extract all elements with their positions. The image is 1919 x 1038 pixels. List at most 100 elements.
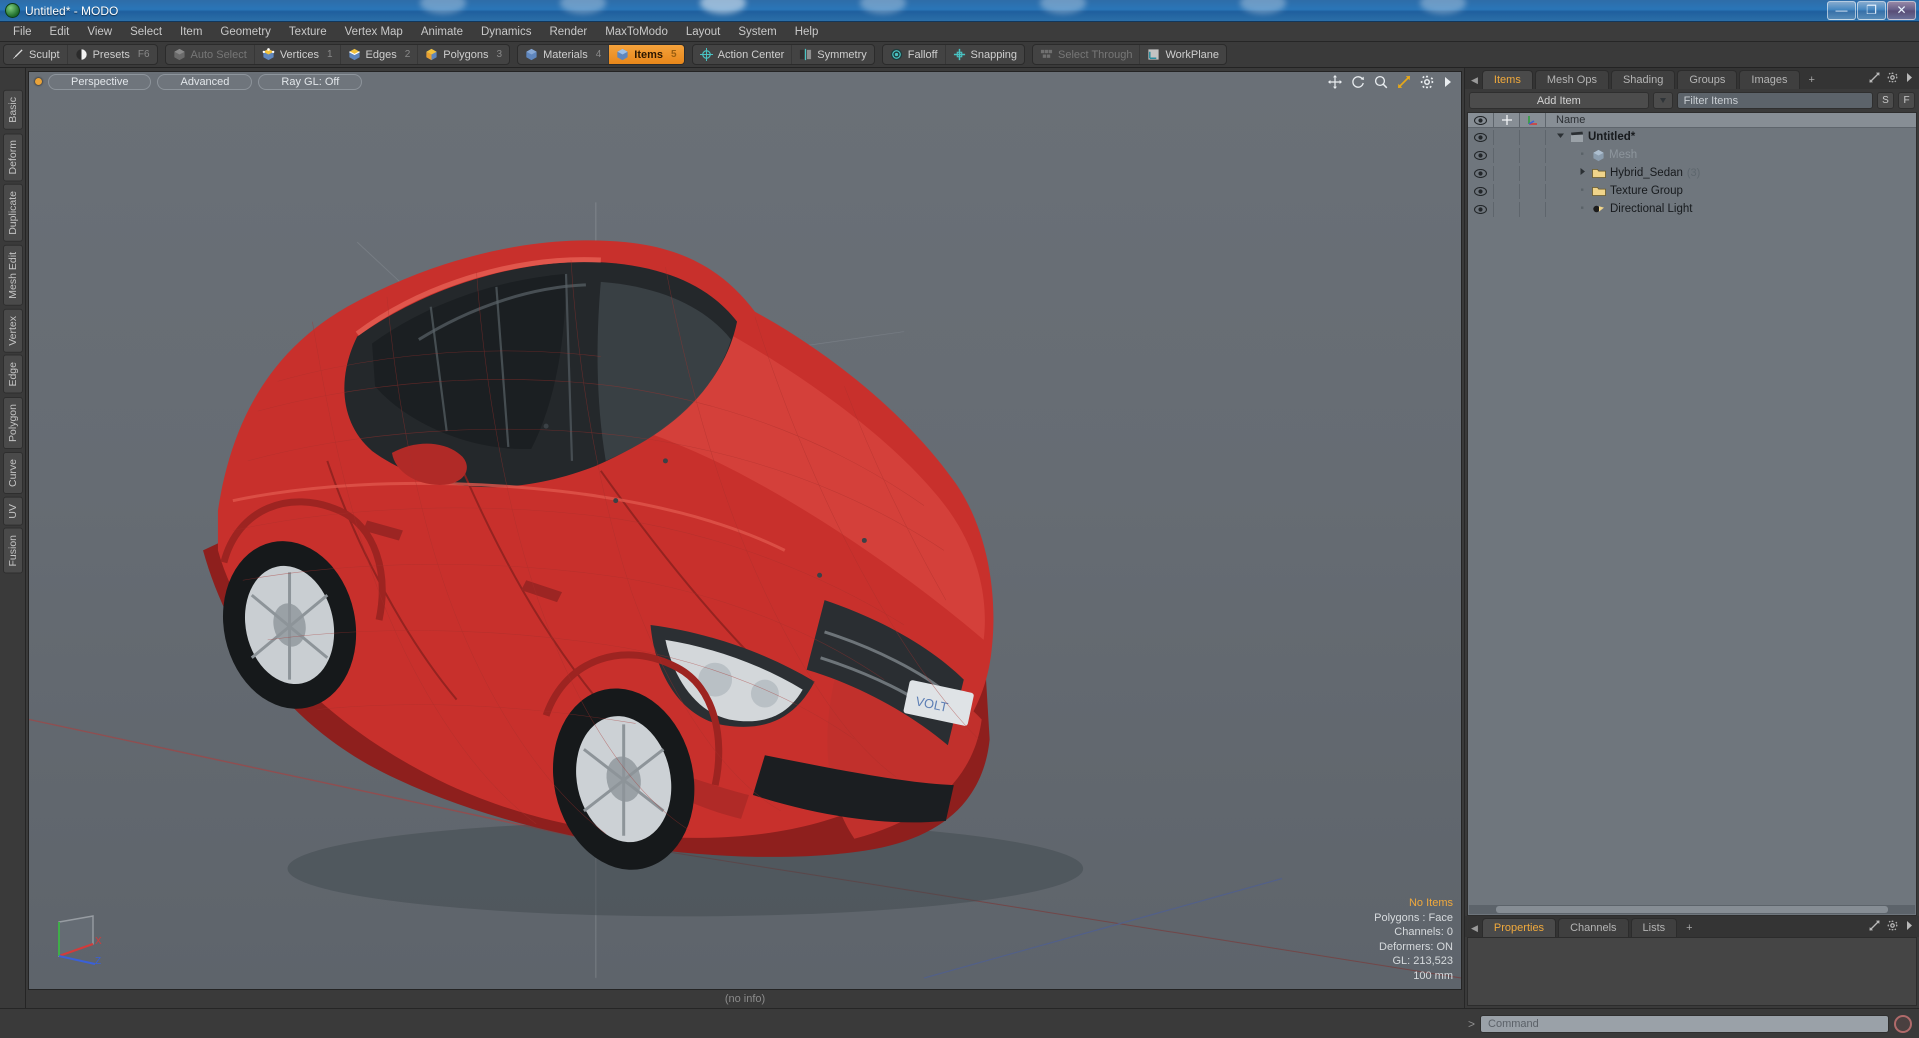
- mode-button-sculpt[interactable]: Sculpt: [4, 45, 68, 64]
- viewport-3d[interactable]: Perspective Advanced Ray GL: Off VOLT No…: [28, 71, 1462, 990]
- tree-row[interactable]: Untitled*: [1468, 128, 1916, 146]
- locator-cell[interactable]: [1520, 183, 1546, 199]
- left-tab-basic[interactable]: Basic: [2, 90, 23, 130]
- locator-cell[interactable]: [1520, 147, 1546, 163]
- panel-collapse-arrow[interactable]: ◀: [1469, 923, 1482, 937]
- menu-item-file[interactable]: File: [4, 24, 41, 40]
- eye-icon[interactable]: [1468, 201, 1494, 217]
- left-tab-edge[interactable]: Edge: [2, 355, 23, 394]
- transform-cell[interactable]: [1494, 147, 1520, 163]
- left-tab-deform[interactable]: Deform: [2, 132, 23, 182]
- sort-button[interactable]: S: [1877, 92, 1894, 109]
- chevron-right-icon[interactable]: [1905, 920, 1913, 934]
- gear-icon[interactable]: [1887, 920, 1898, 934]
- move-icon[interactable]: [1328, 75, 1342, 89]
- close-button[interactable]: ✕: [1887, 0, 1916, 20]
- items-tree-hscrollbar[interactable]: [1469, 905, 1915, 914]
- gear-icon[interactable]: [1887, 72, 1898, 86]
- minimize-button[interactable]: —: [1827, 0, 1856, 20]
- menu-item-vertex-map[interactable]: Vertex Map: [336, 24, 412, 40]
- menu-item-layout[interactable]: Layout: [677, 24, 730, 40]
- viewport-shading-button[interactable]: Advanced: [157, 73, 253, 90]
- filter-button[interactable]: F: [1898, 92, 1915, 109]
- mode-button-action-center[interactable]: Action Center: [693, 45, 793, 64]
- chevron-right-icon[interactable]: [1443, 75, 1453, 89]
- tab-add[interactable]: +: [1802, 71, 1822, 89]
- tab-items[interactable]: Items: [1481, 70, 1533, 89]
- locator-cell[interactable]: [1520, 129, 1546, 145]
- mode-button-edges[interactable]: Edges 2: [341, 45, 419, 64]
- tree-row[interactable]: Directional Light: [1468, 200, 1916, 218]
- tab-images[interactable]: Images: [1739, 70, 1800, 89]
- mode-button-materials[interactable]: Materials 4: [518, 45, 610, 64]
- expand-icon[interactable]: [1869, 920, 1880, 934]
- menu-item-view[interactable]: View: [78, 24, 121, 40]
- menu-item-render[interactable]: Render: [540, 24, 596, 40]
- tab-add[interactable]: +: [1679, 919, 1699, 937]
- panel-collapse-arrow[interactable]: ◀: [1469, 75, 1482, 89]
- tab-channels[interactable]: Channels: [1558, 918, 1629, 937]
- chevron-right-icon[interactable]: [1578, 167, 1588, 179]
- mode-button-symmetry[interactable]: Symmetry: [792, 45, 873, 64]
- mode-button-items[interactable]: Items 5: [609, 45, 684, 64]
- mode-button-vertices[interactable]: Vertices 1: [255, 45, 341, 64]
- tree-item-name-cell[interactable]: Mesh: [1546, 149, 1916, 162]
- menu-item-dynamics[interactable]: Dynamics: [472, 24, 540, 40]
- mode-button-auto-select[interactable]: Auto Select: [166, 45, 255, 64]
- eye-icon[interactable]: [1468, 183, 1494, 199]
- eye-icon[interactable]: [1468, 129, 1494, 145]
- mode-button-snapping[interactable]: Snapping: [946, 45, 1024, 64]
- tree-row[interactable]: Mesh: [1468, 146, 1916, 164]
- tab-lists[interactable]: Lists: [1630, 918, 1678, 937]
- menu-item-animate[interactable]: Animate: [412, 24, 472, 40]
- chevron-right-icon[interactable]: [1905, 72, 1913, 86]
- left-tab-polygon[interactable]: Polygon: [2, 396, 23, 449]
- tree-item-name-cell[interactable]: Directional Light: [1546, 203, 1916, 215]
- transform-cell[interactable]: [1494, 165, 1520, 181]
- menu-item-item[interactable]: Item: [171, 24, 211, 40]
- eye-icon[interactable]: [1468, 147, 1494, 163]
- viewport-raygl-button[interactable]: Ray GL: Off: [258, 73, 363, 90]
- menu-item-texture[interactable]: Texture: [280, 24, 336, 40]
- left-tab-fusion[interactable]: Fusion: [2, 528, 23, 574]
- menu-item-select[interactable]: Select: [121, 24, 171, 40]
- tab-mesh-ops[interactable]: Mesh Ops: [1534, 70, 1609, 89]
- zoom-icon[interactable]: [1374, 75, 1388, 89]
- record-icon[interactable]: [1894, 1014, 1912, 1033]
- locator-cell[interactable]: [1520, 165, 1546, 181]
- mode-button-select-through[interactable]: Select Through: [1033, 45, 1141, 64]
- left-tab-mesh-edit[interactable]: Mesh Edit: [2, 244, 23, 306]
- axis-gizmo[interactable]: X Z: [49, 910, 111, 971]
- left-tab-uv[interactable]: UV: [2, 496, 23, 526]
- tree-row[interactable]: Texture Group: [1468, 182, 1916, 200]
- rotate-icon[interactable]: [1351, 75, 1365, 89]
- mode-button-polygons[interactable]: Polygons 3: [418, 45, 509, 64]
- menu-item-system[interactable]: System: [729, 24, 785, 40]
- command-input[interactable]: Command: [1480, 1014, 1889, 1033]
- add-item-button[interactable]: Add Item: [1469, 92, 1649, 109]
- maximize-button[interactable]: ❐: [1857, 0, 1886, 20]
- expand-icon[interactable]: [1869, 72, 1880, 86]
- chevron-down-icon[interactable]: [1556, 131, 1566, 143]
- tab-shading[interactable]: Shading: [1610, 70, 1676, 89]
- mode-button-falloff[interactable]: Falloff: [883, 45, 946, 64]
- tab-properties[interactable]: Properties: [1481, 918, 1557, 937]
- left-tab-duplicate[interactable]: Duplicate: [2, 184, 23, 242]
- tree-item-name-cell[interactable]: Texture Group: [1546, 185, 1916, 197]
- transform-cell[interactable]: [1494, 129, 1520, 145]
- left-tab-vertex[interactable]: Vertex: [2, 308, 23, 353]
- viewport-view-button[interactable]: Perspective: [48, 73, 152, 90]
- tree-item-name-cell[interactable]: Hybrid_Sedan (3): [1546, 167, 1916, 179]
- mode-button-workplane[interactable]: WorkPlane: [1140, 45, 1226, 64]
- tree-item-name-cell[interactable]: Untitled*: [1546, 131, 1916, 143]
- add-item-dropdown[interactable]: [1652, 92, 1673, 109]
- menu-item-help[interactable]: Help: [786, 24, 828, 40]
- left-tab-curve[interactable]: Curve: [2, 451, 23, 494]
- gear-icon[interactable]: [1420, 75, 1434, 89]
- mode-button-presets[interactable]: Presets F6: [68, 45, 157, 64]
- viewport-menu-dot[interactable]: [35, 78, 42, 85]
- fit-icon[interactable]: [1397, 75, 1411, 89]
- eye-icon[interactable]: [1468, 165, 1494, 181]
- transform-cell[interactable]: [1494, 183, 1520, 199]
- menu-item-maxtomodo[interactable]: MaxToModo: [596, 24, 677, 40]
